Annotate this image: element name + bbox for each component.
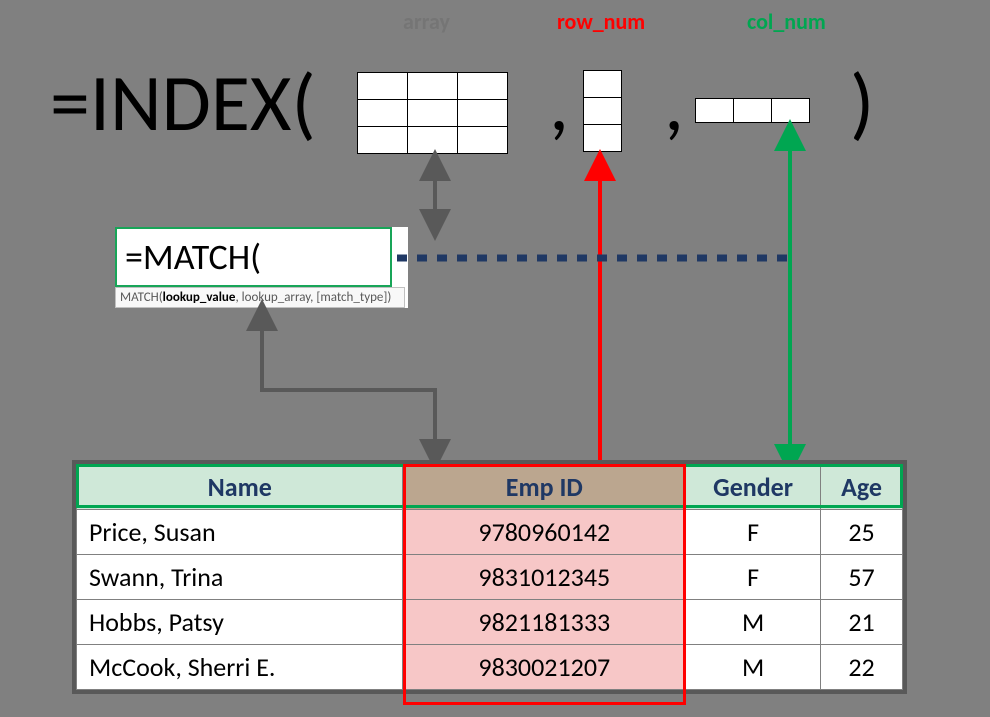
cell-gender: F: [686, 555, 821, 600]
colnum-graphic: [695, 98, 810, 123]
table-row: McCook, Sherri E. 9830021207 M 22: [77, 645, 903, 690]
cell-age: 22: [821, 645, 903, 690]
table-row: Hobbs, Patsy 9821181333 M 21: [77, 600, 903, 645]
match-tooltip-arg1: lookup_value: [163, 290, 236, 305]
cell-name: McCook, Sherri E.: [77, 645, 403, 690]
label-col-num: col_num: [747, 8, 826, 35]
cell-name: Price, Susan: [77, 510, 403, 555]
array-graphic: [357, 72, 508, 154]
cell-name: Hobbs, Patsy: [77, 600, 403, 645]
cell-age: 57: [821, 555, 903, 600]
col-header-age: Age: [821, 465, 903, 510]
rownum-graphic: [583, 70, 622, 152]
cell-name: Swann, Trina: [77, 555, 403, 600]
cell-empid: 9831012345: [403, 555, 686, 600]
label-array: array: [403, 8, 450, 35]
table-row: Swann, Trina 9831012345 F 57: [77, 555, 903, 600]
cell-gender: M: [686, 600, 821, 645]
match-formula: =MATCH(: [115, 227, 392, 287]
comma-1: ,: [549, 55, 569, 152]
index-formula-prefix: =INDEX(: [50, 55, 316, 152]
index-formula-close: ): [850, 55, 874, 152]
cell-gender: M: [686, 645, 821, 690]
cell-empid: 9821181333: [403, 600, 686, 645]
match-tooltip-fn: MATCH(: [120, 290, 163, 305]
cell-gender: F: [686, 510, 821, 555]
col-header-name: Name: [77, 465, 403, 510]
table-row: Price, Susan 9780960142 F 25: [77, 510, 903, 555]
comma-2: ,: [664, 55, 684, 152]
cell-empid: 9830021207: [403, 645, 686, 690]
match-box: =MATCH( MATCH(lookup_value, lookup_array…: [115, 227, 408, 308]
data-table: Name Emp ID Gender Age Price, Susan 9780…: [76, 464, 903, 690]
cell-age: 25: [821, 510, 903, 555]
col-header-gender: Gender: [686, 465, 821, 510]
cell-age: 21: [821, 600, 903, 645]
match-tooltip: MATCH(lookup_value, lookup_array, [match…: [115, 287, 405, 308]
cell-empid: 9780960142: [403, 510, 686, 555]
table-header-row: Name Emp ID Gender Age: [77, 465, 903, 510]
col-header-empid: Emp ID: [403, 465, 686, 510]
match-tooltip-rest: , lookup_array, [match_type]): [235, 290, 391, 305]
data-table-wrap: Name Emp ID Gender Age Price, Susan 9780…: [72, 460, 907, 694]
label-row-num: row_num: [557, 8, 645, 35]
